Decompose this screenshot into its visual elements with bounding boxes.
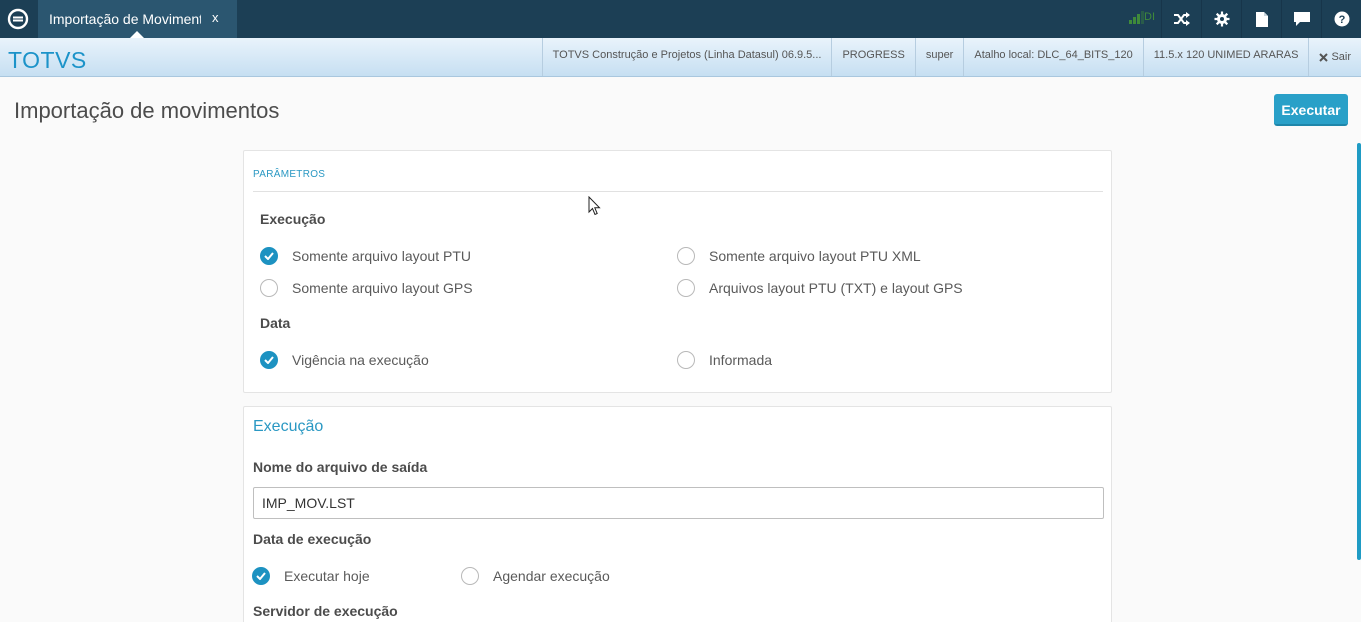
parameters-card: PARÂMETROS Execução Somente arquivo layo…: [243, 150, 1112, 393]
radio-label: Vigência na execução: [292, 352, 429, 368]
header-bar: TOTVS TOTVS Construção e Projetos (Linha…: [0, 38, 1361, 77]
shuffle-button[interactable]: [1161, 0, 1201, 38]
server-label: Servidor de execução: [253, 603, 398, 619]
product-info[interactable]: TOTVS Construção e Projetos (Linha Datas…: [541, 38, 832, 76]
radio-label: Executar hoje: [284, 568, 370, 584]
radio-agendar-execucao[interactable]: Agendar execução: [461, 567, 610, 585]
database-info[interactable]: PROGRESS: [831, 38, 914, 76]
output-file-input[interactable]: [253, 487, 1104, 519]
execution-group-title: Execução: [260, 211, 326, 227]
radio-label: Somente arquivo layout PTU XML: [709, 248, 921, 264]
mouse-cursor-icon: [588, 196, 601, 216]
session-info: TOTVS Construção e Projetos (Linha Datas…: [541, 38, 1361, 76]
radio-unchecked-icon: [461, 567, 479, 585]
logout-label: Sair: [1331, 51, 1351, 63]
parameters-section-label: PARÂMETROS: [253, 169, 326, 180]
radio-label: Arquivos layout PTU (TXT) e layout GPS: [709, 280, 963, 296]
chat-icon: [1293, 12, 1310, 26]
top-toolbar: DI ?: [1121, 0, 1361, 38]
radio-executar-hoje[interactable]: Executar hoje: [252, 567, 370, 585]
radio-layout-ptu-txt-gps[interactable]: Arquivos layout PTU (TXT) e layout GPS: [677, 279, 963, 297]
radio-informada[interactable]: Informada: [677, 351, 772, 369]
radio-layout-ptu[interactable]: Somente arquivo layout PTU: [260, 247, 471, 265]
company-info[interactable]: 11.5.x 120 UNIMED ARARAS: [1142, 38, 1309, 76]
brand-logo: TOTVS: [8, 47, 87, 73]
execution-card-title: Execução: [253, 418, 324, 435]
close-icon: [1319, 52, 1329, 62]
tab-active-indicator: [130, 31, 144, 38]
date-group-title: Data: [260, 315, 291, 331]
page-title: Importação de movimentos: [14, 98, 280, 123]
radio-unchecked-icon: [260, 279, 278, 297]
divider: [253, 191, 1103, 192]
radio-vigencia-execucao[interactable]: Vigência na execução: [260, 351, 429, 369]
radio-label: Informada: [709, 352, 773, 368]
radio-layout-gps[interactable]: Somente arquivo layout GPS: [260, 279, 473, 297]
radio-label: Somente arquivo layout GPS: [292, 280, 473, 296]
document-icon: [1255, 11, 1268, 27]
exec-date-label: Data de execução: [253, 531, 372, 547]
radio-checked-icon: [252, 567, 270, 585]
messages-button[interactable]: [1281, 0, 1321, 38]
execution-card: Execução Nome do arquivo de saída Data d…: [243, 406, 1112, 622]
radio-layout-ptu-xml[interactable]: Somente arquivo layout PTU XML: [677, 247, 921, 265]
tab-importacao-movimentos[interactable]: Importação de Movimentos x: [38, 0, 237, 38]
radio-unchecked-icon: [677, 279, 695, 297]
connection-status-label: DI: [1144, 11, 1155, 23]
radio-checked-icon: [260, 351, 278, 369]
svg-text:?: ?: [1338, 14, 1345, 26]
radio-checked-icon: [260, 247, 278, 265]
user-info[interactable]: super: [914, 38, 964, 76]
logout-button[interactable]: Sair: [1308, 38, 1361, 76]
radio-label: Agendar execução: [493, 568, 610, 584]
radio-label: Somente arquivo layout PTU: [292, 248, 471, 264]
app-menu-button[interactable]: [0, 0, 36, 38]
documents-button[interactable]: [1241, 0, 1281, 38]
gear-icon: [1214, 11, 1229, 27]
shortcut-info[interactable]: Atalho local: DLC_64_BITS_120: [963, 38, 1142, 76]
radio-unchecked-icon: [677, 247, 695, 265]
radio-unchecked-icon: [677, 351, 695, 369]
output-file-label: Nome do arquivo de saída: [253, 459, 428, 475]
help-icon: ?: [1334, 11, 1349, 27]
settings-button[interactable]: [1201, 0, 1241, 38]
connection-status: DI: [1121, 0, 1161, 38]
shuffle-icon: [1173, 12, 1190, 26]
top-bar: Importação de Movimentos x DI ?: [0, 0, 1361, 38]
help-button[interactable]: ?: [1321, 0, 1361, 38]
tab-label: Importação de Movimentos: [49, 11, 201, 27]
tab-close-button[interactable]: x: [212, 10, 219, 25]
scrollbar[interactable]: [1357, 143, 1361, 560]
execute-button[interactable]: Executar: [1274, 94, 1348, 126]
totvs-logo-icon: [7, 8, 29, 30]
